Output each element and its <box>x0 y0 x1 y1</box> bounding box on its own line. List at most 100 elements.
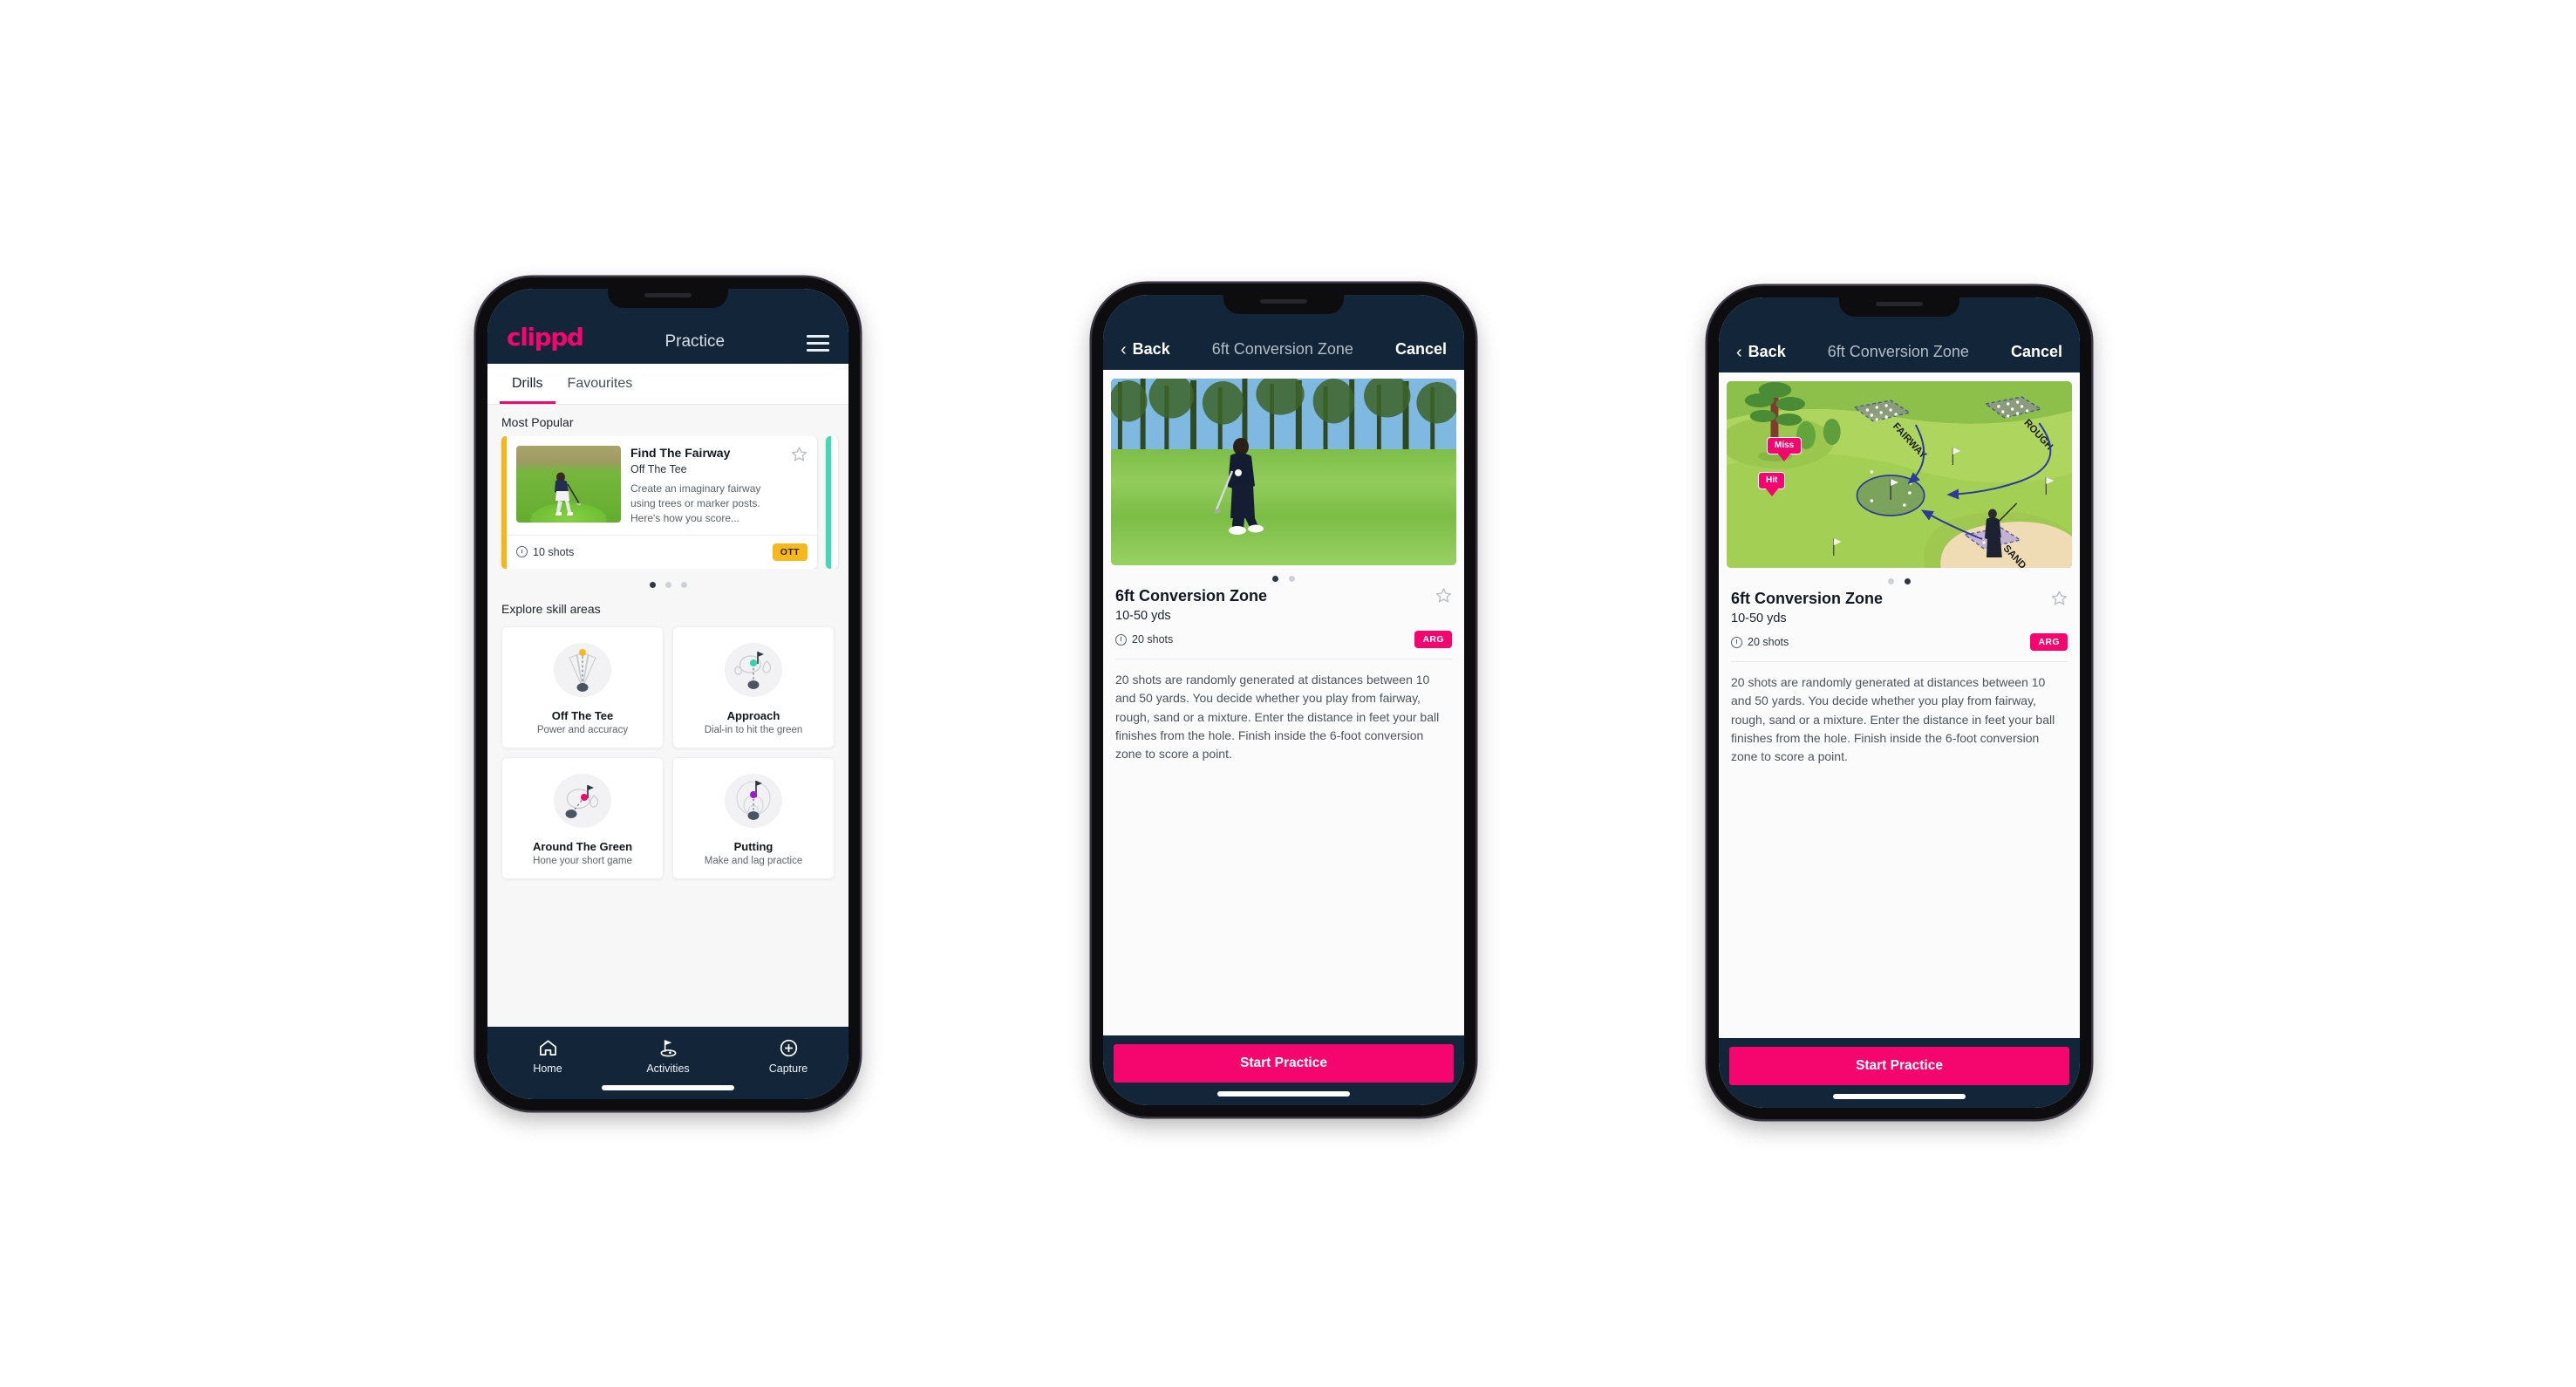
hero-media[interactable] <box>1111 379 1456 565</box>
clippd-logo: clippd <box>507 323 584 352</box>
home-indicator <box>1833 1094 1966 1099</box>
skill-card-around-the-green[interactable]: Around The Green Hone your short game <box>501 756 664 879</box>
phone1-screen: clippd Practice Drills Favourites Most P… <box>487 289 848 1099</box>
star-outline-icon[interactable] <box>2051 590 2068 610</box>
skill-desc: Power and accuracy <box>536 724 629 735</box>
phone3-content: FAIRWAY ROUGH SAND Miss Hit 6ft Conversi… <box>1719 372 2080 1038</box>
carousel-dot-2[interactable] <box>1289 576 1295 582</box>
cancel-button[interactable]: Cancel <box>1395 340 1447 359</box>
golf-flag-icon <box>608 1036 728 1059</box>
skill-desc: Hone your short game <box>533 855 632 866</box>
clock-icon <box>1115 633 1127 646</box>
chevron-left-icon: ‹ <box>1736 342 1742 362</box>
tab-drills[interactable]: Drills <box>500 364 555 404</box>
detail-description: 20 shots are randomly generated at dista… <box>1115 673 1440 762</box>
hamburger-menu-icon[interactable] <box>806 335 829 352</box>
carousel-dots[interactable] <box>1719 568 2080 586</box>
phone-mockup-1: clippd Practice Drills Favourites Most P… <box>476 277 860 1110</box>
skill-card-putting[interactable]: Putting Make and lag practice <box>672 756 835 879</box>
marker-miss: Miss <box>1767 437 1803 454</box>
phone1-content: Most Popular Find The Fairway Off The Te… <box>487 405 848 1027</box>
carousel-dot-2[interactable] <box>1905 578 1911 584</box>
cancel-button[interactable]: Cancel <box>2011 343 2062 361</box>
carousel-dots[interactable] <box>487 569 848 591</box>
fairway-green <box>1111 449 1456 565</box>
carousel-dot-2[interactable] <box>664 581 671 588</box>
home-indicator <box>1217 1091 1350 1097</box>
skill-name: Approach <box>726 708 780 722</box>
detail-yardage: 10-50 yds <box>1731 612 1787 625</box>
nav-item-capture[interactable]: Capture <box>728 1036 848 1075</box>
home-indicator <box>602 1085 734 1090</box>
detail-title-row: 6ft Conversion Zone <box>1719 586 2080 610</box>
golfer-silhouette-icon <box>555 472 581 516</box>
plus-circle-icon <box>728 1036 848 1059</box>
skill-area-grid: Off The Tee Power and accuracy Approach … <box>487 623 848 879</box>
star-outline-icon[interactable] <box>1435 587 1452 607</box>
hero-media[interactable]: FAIRWAY ROUGH SAND Miss Hit <box>1727 381 2072 568</box>
detail-yardage: 10-50 yds <box>1115 609 1171 623</box>
carousel-dot-3[interactable] <box>680 581 687 588</box>
tab-favourites[interactable]: Favourites <box>555 364 645 404</box>
carousel-dots[interactable] <box>1103 565 1464 584</box>
skill-name: Putting <box>733 839 773 853</box>
star-outline-icon[interactable] <box>791 446 808 526</box>
nav-item-home[interactable]: Home <box>487 1036 608 1075</box>
detail-title-row: 6ft Conversion Zone <box>1103 584 1464 607</box>
skill-name: Off The Tee <box>551 708 614 722</box>
back-button[interactable]: ‹ Back <box>1121 340 1170 359</box>
phone-notch <box>608 289 728 308</box>
golfer-chipping-photo <box>1111 379 1456 565</box>
shot-count: 20 shots <box>1115 633 1173 646</box>
chevron-left-icon: ‹ <box>1121 339 1127 359</box>
tab-bar: Drills Favourites <box>487 364 848 405</box>
skill-card-approach[interactable]: Approach Dial-in to hit the green <box>672 625 835 748</box>
approach-green-icon <box>678 638 828 702</box>
skill-name: Around The Green <box>532 839 633 853</box>
start-practice-button[interactable]: Start Practice <box>1729 1047 2069 1085</box>
drill-carousel[interactable]: Find The Fairway Off The Tee Create an i… <box>487 436 848 569</box>
shot-count-label: 20 shots <box>1748 636 1789 648</box>
phone2-screen: ‹ Back 6ft Conversion Zone Cancel 6ft Co… <box>1103 295 1464 1105</box>
nav-label: Home <box>533 1062 562 1075</box>
carousel-dot-1[interactable] <box>1888 578 1894 584</box>
skill-badge-ott: OTT <box>772 543 808 561</box>
skill-badge-arg: ARG <box>1414 631 1452 648</box>
carousel-dot-1[interactable] <box>649 581 656 588</box>
phone-notch <box>1223 295 1344 314</box>
most-popular-heading: Most Popular <box>501 415 574 429</box>
drill-card-find-the-fairway[interactable]: Find The Fairway Off The Tee Create an i… <box>501 436 817 569</box>
detail-title: 6ft Conversion Zone <box>1731 590 1884 607</box>
phone-mockup-3: ‹ Back 6ft Conversion Zone Cancel FAIRWA… <box>1707 286 2091 1119</box>
skill-card-off-the-tee[interactable]: Off The Tee Power and accuracy <box>501 625 664 748</box>
phone3-screen: ‹ Back 6ft Conversion Zone Cancel FAIRWA… <box>1719 297 2080 1108</box>
screenshot-canvas: clippd Practice Drills Favourites Most P… <box>0 0 2576 1387</box>
detail-meta-row: 20 shots ARG <box>1719 625 2080 651</box>
golfer-chipping-icon <box>1214 438 1264 536</box>
drill-card-meta: Find The Fairway Off The Tee Create an i… <box>630 446 781 526</box>
back-button[interactable]: ‹ Back <box>1736 343 1786 361</box>
drill-thumbnail <box>516 446 621 523</box>
drill-subtitle: Off The Tee <box>630 462 687 475</box>
shot-count-label: 10 shots <box>533 545 575 558</box>
skill-desc: Dial-in to hit the green <box>704 724 803 735</box>
shot-count: 10 shots <box>516 546 574 558</box>
back-label: Back <box>1132 340 1170 358</box>
drill-card-next-peek[interactable] <box>826 436 838 569</box>
back-label: Back <box>1748 343 1786 360</box>
phone2-content: 6ft Conversion Zone 10-50 yds 20 shots A… <box>1103 370 1464 1035</box>
phone-mockup-2: ‹ Back 6ft Conversion Zone Cancel 6ft Co… <box>1092 284 1475 1117</box>
drill-description: Create an imaginary fairway using trees … <box>630 482 761 524</box>
tee-fan-icon <box>508 638 658 702</box>
detail-description: 20 shots are randomly generated at dista… <box>1731 675 2055 764</box>
nav-label: Capture <box>768 1062 808 1075</box>
nav-label: Activities <box>646 1062 690 1075</box>
shot-count-label: 20 shots <box>1132 633 1174 646</box>
marker-hit: Hit <box>1758 472 1786 489</box>
home-icon <box>487 1036 608 1059</box>
carousel-dot-1[interactable] <box>1272 576 1278 582</box>
detail-title: 6ft Conversion Zone <box>1115 587 1268 605</box>
nav-item-activities[interactable]: Activities <box>608 1036 728 1075</box>
start-practice-button[interactable]: Start Practice <box>1114 1044 1454 1083</box>
drill-card-footer: 10 shots OTT <box>507 534 817 569</box>
